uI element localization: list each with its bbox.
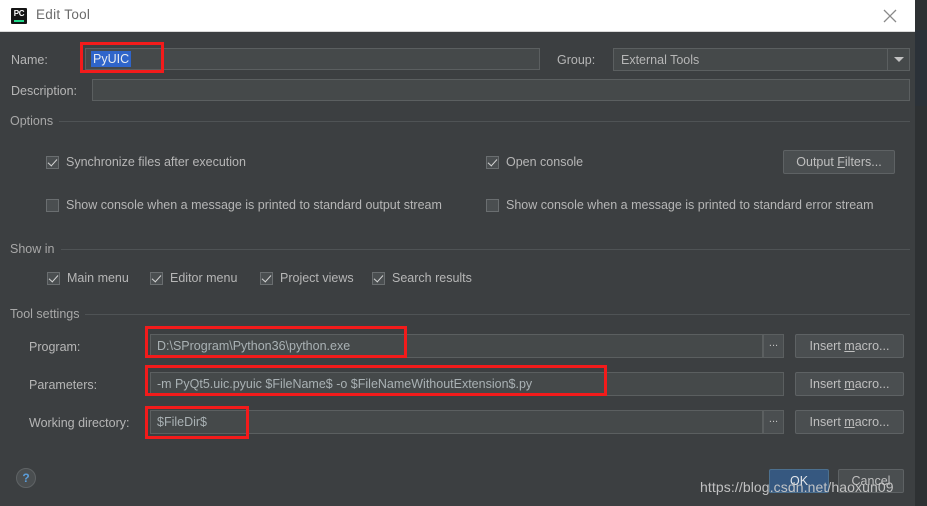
window-title: Edit Tool [36, 7, 91, 22]
show-in-section-divider [61, 249, 910, 250]
titlebar: PC Edit Tool [0, 0, 915, 32]
checkbox-box [46, 155, 59, 169]
checkbox-project-views[interactable]: Project views [260, 271, 354, 285]
tool-settings-section-title: Tool settings [10, 307, 86, 321]
parameters-insert-macro-button[interactable]: Insert macro... [795, 372, 904, 396]
checkbox-box [150, 271, 163, 285]
name-label: Name: [11, 53, 48, 67]
group-label: Group: [557, 53, 596, 67]
checkbox-box [47, 271, 60, 285]
checkbox-label: Project views [280, 271, 354, 285]
help-icon[interactable]: ? [16, 468, 36, 488]
program-input[interactable]: D:\SProgram\Python36\python.exe [150, 334, 763, 358]
checkbox-show-console-stdout[interactable]: Show console when a message is printed t… [46, 198, 442, 212]
group-combobox[interactable]: External Tools [613, 48, 910, 71]
chevron-down-icon[interactable] [887, 49, 909, 70]
name-input[interactable]: PyUIC [85, 48, 540, 70]
help-glyph: ? [22, 471, 30, 485]
watermark-text: https://blog.csdn.net/haoxun09 [700, 479, 894, 495]
checkbox-box [486, 155, 499, 169]
output-filters-label: Output Filters... [796, 155, 882, 169]
checkbox-box [260, 271, 273, 285]
program-input-value: D:\SProgram\Python36\python.exe [157, 339, 351, 353]
pycharm-icon: PC [11, 8, 27, 24]
options-section-divider [58, 121, 910, 122]
working-directory-insert-macro-button[interactable]: Insert macro... [795, 410, 904, 434]
checkbox-label: Show console when a message is printed t… [66, 198, 442, 212]
group-combobox-value: External Tools [621, 52, 700, 67]
checkbox-label: Show console when a message is printed t… [506, 198, 874, 212]
checkbox-editor-menu[interactable]: Editor menu [150, 271, 237, 285]
checkbox-main-menu[interactable]: Main menu [47, 271, 129, 285]
working-directory-input-value: $FileDir$ [157, 415, 208, 429]
program-label: Program: [29, 340, 81, 354]
checkbox-open-console[interactable]: Open console [486, 155, 583, 169]
working-directory-browse-button[interactable]: ... [763, 410, 784, 434]
ellipsis-icon: ... [768, 413, 779, 426]
working-directory-label: Working directory: [29, 416, 130, 430]
checkbox-box [46, 198, 59, 212]
parameters-input-value: -m PyQt5.uic.pyuic $FileName$ -o $FileNa… [157, 377, 533, 391]
description-label: Description: [11, 84, 77, 98]
close-icon[interactable] [879, 5, 901, 27]
insert-macro-label: Insert macro... [809, 377, 890, 391]
checkbox-label: Search results [392, 271, 472, 285]
checkbox-label: Editor menu [170, 271, 238, 285]
program-insert-macro-button[interactable]: Insert macro... [795, 334, 904, 358]
insert-macro-label: Insert macro... [809, 339, 890, 353]
parameters-input[interactable]: -m PyQt5.uic.pyuic $FileName$ -o $FileNa… [150, 372, 784, 396]
name-input-value: PyUIC [91, 51, 132, 67]
program-browse-button[interactable]: ... [763, 334, 784, 358]
checkbox-box [372, 271, 385, 285]
checkbox-label: Synchronize files after execution [66, 155, 246, 169]
checkbox-box [486, 198, 499, 212]
options-section-title: Options [10, 114, 60, 128]
parameters-label: Parameters: [29, 378, 98, 392]
checkbox-show-console-stderr[interactable]: Show console when a message is printed t… [486, 198, 874, 212]
checkbox-search-results[interactable]: Search results [372, 271, 472, 285]
checkbox-label: Main menu [67, 271, 129, 285]
checkbox-label: Open console [506, 155, 584, 169]
working-directory-input[interactable]: $FileDir$ [150, 410, 763, 434]
show-in-section-title: Show in [10, 242, 61, 256]
ellipsis-icon: ... [768, 337, 779, 350]
window-right-accent [915, 30, 927, 106]
tool-settings-section-divider [77, 314, 910, 315]
insert-macro-label: Insert macro... [809, 415, 890, 429]
output-filters-button[interactable]: Output Filters... [783, 150, 895, 174]
edit-tool-dialog: PC Edit Tool Name: PyUIC Group: External… [0, 0, 927, 506]
description-input[interactable] [92, 79, 910, 101]
checkbox-synchronize-files[interactable]: Synchronize files after execution [46, 155, 246, 169]
